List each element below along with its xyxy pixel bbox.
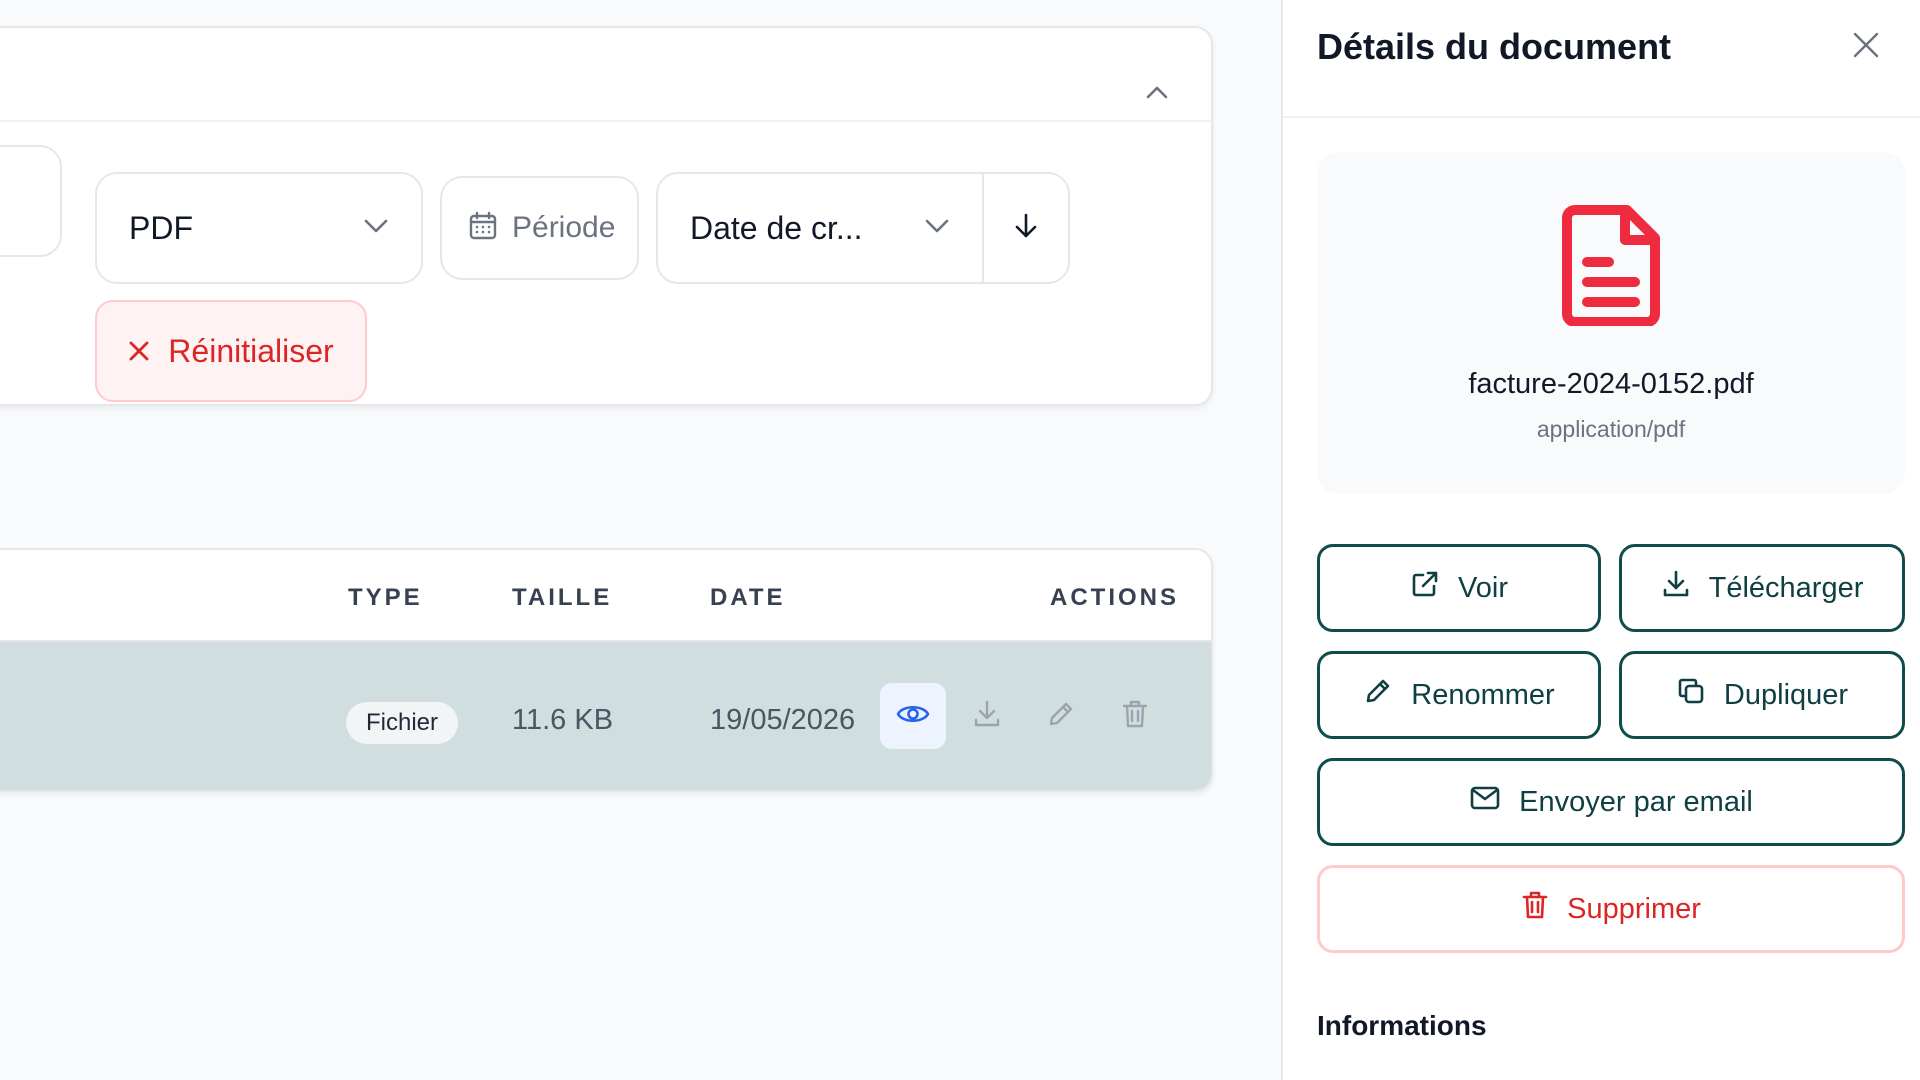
period-placeholder: Période (512, 211, 616, 244)
view-button[interactable]: Voir (1317, 544, 1601, 632)
send-email-button[interactable]: Envoyer par email (1317, 758, 1905, 846)
eye-icon (896, 702, 930, 731)
type-select[interactable]: PDF (95, 172, 423, 284)
panel-header-divider (1283, 116, 1920, 118)
view-label: Voir (1458, 571, 1508, 604)
file-name: facture-2024-0152.pdf (1468, 368, 1754, 400)
panel-title: Détails du document (1317, 26, 1672, 67)
pdf-file-icon (1561, 204, 1661, 331)
arrow-down-icon (1014, 212, 1038, 245)
filters-header-divider (0, 120, 1211, 122)
period-filter[interactable]: Période (440, 176, 639, 280)
informations-heading: Informations (1317, 1010, 1487, 1041)
delete-label: Supprimer (1567, 892, 1701, 925)
external-link-icon (1410, 569, 1440, 607)
edit-action-button[interactable] (1028, 683, 1094, 749)
sort-control: Date de cr... (656, 172, 1070, 284)
trash-icon (1521, 890, 1549, 928)
collapse-filters-button[interactable] (1137, 74, 1177, 114)
pencil-icon (1046, 699, 1076, 734)
chevron-up-icon (1146, 85, 1168, 104)
file-mime-type: application/pdf (1536, 416, 1686, 442)
reset-filters-button[interactable]: Réinitialiser (95, 300, 367, 402)
type-badge: Fichier (346, 702, 459, 744)
trash-icon (1121, 699, 1149, 734)
sort-direction-button[interactable] (984, 174, 1068, 282)
search-field[interactable] (0, 145, 62, 257)
documents-table: TYPE TAILLE DATE ACTIONS Fichier 11.6 KB… (0, 548, 1213, 792)
calendar-icon (468, 211, 498, 246)
pencil-icon (1363, 676, 1393, 714)
delete-button[interactable]: Supprimer (1317, 865, 1905, 953)
mail-icon (1469, 785, 1501, 819)
file-preview: facture-2024-0152.pdf application/pdf (1317, 152, 1905, 494)
filters-panel: PDF Période Date de cr... Réinitialiser (0, 26, 1213, 406)
column-header-actions: ACTIONS (1050, 584, 1179, 611)
file-date: 19/05/2026 (710, 704, 856, 736)
duplicate-label: Dupliquer (1723, 678, 1849, 711)
close-panel-button[interactable] (1845, 26, 1887, 68)
download-icon (972, 699, 1002, 734)
x-icon (128, 333, 150, 370)
download-action-button[interactable] (954, 683, 1020, 749)
document-details-panel: Détails du document facture-2024-0152.pd… (1281, 0, 1920, 1080)
delete-action-button[interactable] (1102, 683, 1168, 749)
column-header-type[interactable]: TYPE (348, 584, 423, 612)
rename-button[interactable]: Renommer (1317, 651, 1601, 739)
reset-label: Réinitialiser (168, 332, 334, 369)
sort-select-value: Date de cr... (690, 209, 863, 246)
close-icon (1852, 31, 1880, 64)
duplicate-button[interactable]: Dupliquer (1619, 651, 1905, 739)
download-label: Télécharger (1708, 571, 1864, 604)
view-action-button[interactable] (880, 683, 946, 749)
rename-label: Renommer (1411, 678, 1555, 711)
file-size: 11.6 KB (512, 704, 614, 736)
sort-select[interactable]: Date de cr... (658, 174, 984, 282)
download-button[interactable]: Télécharger (1619, 544, 1905, 632)
table-header: TYPE TAILLE DATE ACTIONS (0, 550, 1211, 642)
column-header-date[interactable]: DATE (710, 584, 786, 612)
type-select-value: PDF (129, 209, 193, 246)
send-email-label: Envoyer par email (1519, 785, 1753, 818)
chevron-down-icon (924, 218, 950, 239)
download-icon (1661, 569, 1691, 607)
chevron-down-icon (363, 218, 389, 239)
column-header-size[interactable]: TAILLE (512, 584, 612, 612)
table-row[interactable]: Fichier 11.6 KB 19/05/2026 (0, 642, 1211, 790)
copy-icon (1676, 676, 1706, 714)
